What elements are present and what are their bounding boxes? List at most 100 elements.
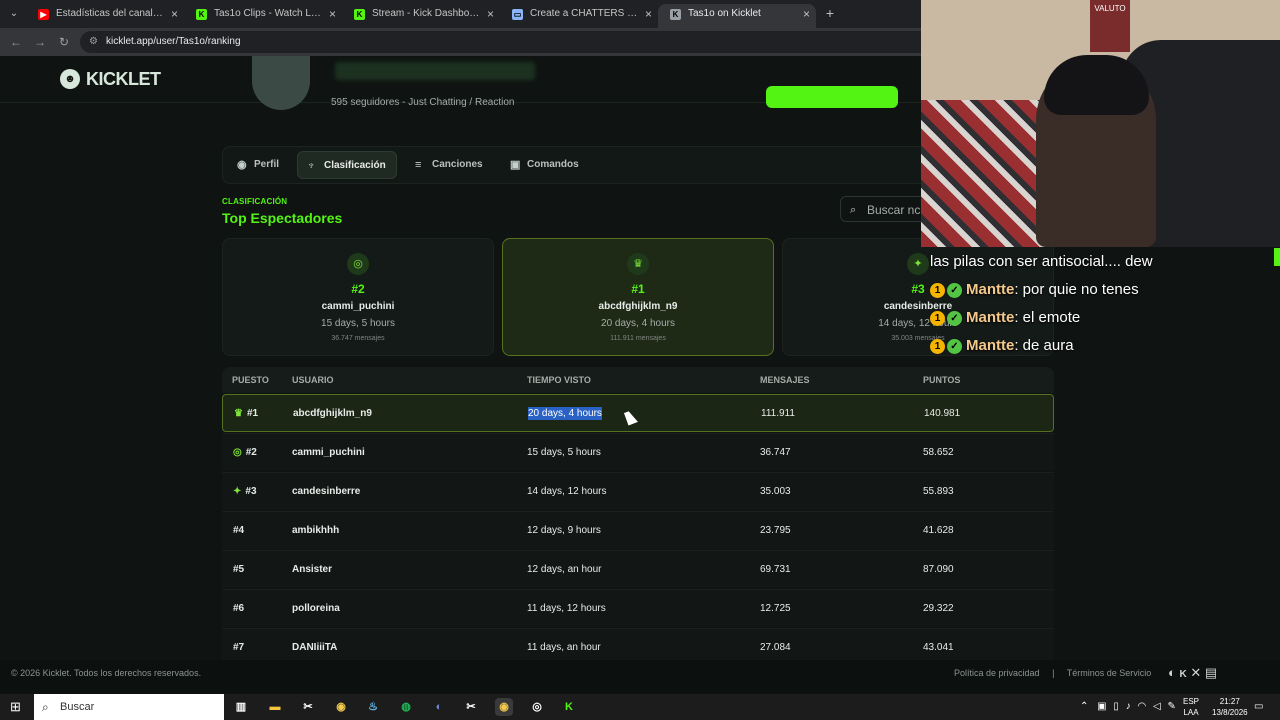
rank-cell: ✦ #3 bbox=[233, 473, 257, 511]
column-header[interactable]: MENSAJES bbox=[760, 367, 810, 393]
podium-user: abcdfghijklm_n9 bbox=[598, 301, 678, 312]
follow-button[interactable] bbox=[766, 86, 898, 108]
tab-clasificacion[interactable]: ♆ Clasificación bbox=[297, 151, 397, 179]
x-icon[interactable]: ✕ bbox=[1190, 665, 1201, 680]
column-header[interactable]: PUNTOS bbox=[923, 367, 960, 393]
steam-icon[interactable]: ♨ bbox=[364, 698, 382, 716]
user-cell[interactable]: candesinberre bbox=[292, 473, 360, 511]
table-row[interactable]: ✦ #3 candesinberre 14 days, 12 hours 35.0… bbox=[222, 472, 1054, 510]
capcut-icon[interactable]: ✂ bbox=[299, 698, 317, 716]
chevron-up-icon[interactable]: ⌃ bbox=[1080, 701, 1088, 712]
obs-icon[interactable]: ◎ bbox=[528, 698, 546, 716]
column-header[interactable]: USUARIO bbox=[292, 367, 334, 393]
table-row[interactable]: #7 DANIiiiTA 11 days, an hour 27.084 43.… bbox=[222, 628, 1054, 664]
close-icon[interactable]: × bbox=[329, 4, 336, 24]
footer-separator: | bbox=[1052, 668, 1055, 678]
forward-icon[interactable]: → bbox=[32, 34, 48, 50]
trophy-icon: ♆ bbox=[307, 160, 316, 172]
kick-icon[interactable]: K bbox=[1179, 669, 1186, 680]
rank-cell: #4 bbox=[233, 525, 245, 536]
back-icon[interactable]: ← bbox=[8, 34, 24, 50]
url-field[interactable]: ⚙ kicklet.app/user/Tas1o/ranking bbox=[80, 31, 940, 53]
user-cell[interactable]: abcdfghijklm_n9 bbox=[293, 395, 372, 433]
windows-start-icon[interactable]: ⊞ bbox=[10, 700, 24, 714]
taskbar-search[interactable]: ⌕ Buscar bbox=[34, 694, 224, 720]
capcut-icon[interactable]: ✂ bbox=[462, 698, 480, 716]
podium-user: cammi_puchini bbox=[321, 301, 395, 312]
chrome-icon[interactable]: ◉ bbox=[332, 698, 350, 716]
pen-icon[interactable]: ✎ bbox=[1167, 701, 1175, 712]
messages-cell: 12.725 bbox=[760, 603, 791, 614]
user-cell[interactable]: Ansister bbox=[292, 551, 332, 589]
terms-link[interactable]: Términos de Servicio bbox=[1067, 668, 1152, 678]
green-edge-marker bbox=[1274, 248, 1280, 266]
taskbar-clock[interactable]: 21:27 13/8/2026 bbox=[1212, 696, 1248, 718]
file-explorer-icon[interactable]: ▬ bbox=[266, 698, 284, 716]
close-icon[interactable]: × bbox=[645, 4, 652, 24]
table-row[interactable]: #5 Ansister 12 days, an hour 69.731 87.0… bbox=[222, 550, 1054, 588]
close-icon[interactable]: × bbox=[171, 4, 178, 24]
tab-title: Stream - Kick Dashboard bbox=[372, 8, 480, 19]
discord-icon[interactable]: ◐ bbox=[1168, 665, 1176, 680]
reload-icon[interactable]: ↻ bbox=[56, 34, 72, 50]
volume-icon[interactable]: ◁ bbox=[1153, 701, 1161, 712]
podium-rank: #2 bbox=[351, 282, 365, 296]
messages-cell: 111.911 bbox=[761, 408, 795, 419]
verified-badge-icon: ✓ bbox=[947, 282, 962, 298]
app-tray-icon[interactable]: ▣ bbox=[1097, 701, 1106, 712]
tab-comandos[interactable]: ▣ Comandos bbox=[501, 151, 589, 179]
browser-tab[interactable]: K Tas1o Clips - Watch Live on Kick × bbox=[184, 4, 342, 28]
notification-icon[interactable]: ▭ bbox=[1254, 701, 1266, 713]
user-cell[interactable]: ambikhhh bbox=[292, 512, 339, 550]
podium-card-first[interactable]: ♛ #1 abcdfghijklm_n9 20 days, 4 hours 11… bbox=[502, 238, 774, 356]
chat-username: Mantte bbox=[966, 309, 1015, 326]
podium-card-second[interactable]: ◎ #2 cammi_puchini 15 days, 5 hours 36.7… bbox=[222, 238, 494, 356]
usb-icon[interactable]: ▯ bbox=[1113, 701, 1119, 712]
streamer-hair bbox=[1044, 55, 1149, 115]
tab-search-menu-icon[interactable]: ⌄ bbox=[4, 4, 24, 24]
browser-tab[interactable]: ▭ Create a CHATTERS DE TASIO T × bbox=[500, 4, 658, 28]
footer-links: Política de privacidad | Términos de Ser… bbox=[954, 668, 1161, 678]
user-cell[interactable]: polloreina bbox=[292, 590, 340, 628]
browser-tab-active[interactable]: K Tas1o on Kicklet × bbox=[658, 4, 816, 28]
language-indicator[interactable]: ESP LAA bbox=[1183, 696, 1199, 718]
table-header: PUESTO USUARIO TIEMPO VISTO MENSAJES PUN… bbox=[222, 367, 1054, 393]
table-row[interactable]: ♛ #1 abcdfghijklm_n9 20 days, 4 hours 111… bbox=[222, 394, 1054, 432]
kicklet-logo-icon: ☻ bbox=[60, 69, 80, 89]
table-row[interactable]: #6 polloreina 11 days, 12 hours 12.725 2… bbox=[222, 589, 1054, 627]
table-row[interactable]: #4 ambikhhh 12 days, 9 hours 23.795 41.6… bbox=[222, 511, 1054, 549]
mic-icon[interactable]: ♪ bbox=[1126, 701, 1131, 712]
close-icon[interactable]: × bbox=[487, 4, 494, 24]
kick-icon[interactable]: K bbox=[560, 698, 578, 716]
spotify-icon[interactable]: ◍ bbox=[397, 698, 415, 716]
chrome-active-icon[interactable]: ◉ bbox=[495, 698, 513, 716]
browser-tab[interactable]: ▶ Estadísticas del canal - YouTube × bbox=[26, 4, 184, 28]
rank-cell: #7 bbox=[233, 642, 245, 653]
points-cell: 87.090 bbox=[923, 564, 954, 575]
page-icon: ▭ bbox=[512, 9, 523, 20]
table-row[interactable]: ◎ #2 cammi_puchini 15 days, 5 hours 36.74… bbox=[222, 433, 1054, 471]
column-header[interactable]: TIEMPO VISTO bbox=[527, 367, 591, 393]
wifi-icon[interactable]: ◠ bbox=[1137, 701, 1146, 712]
task-view-icon[interactable]: ▥ bbox=[232, 698, 250, 716]
close-icon[interactable]: × bbox=[803, 4, 810, 24]
language-code: ESP bbox=[1183, 697, 1200, 706]
site-info-icon[interactable]: ⚙ bbox=[89, 31, 98, 53]
new-tab-icon[interactable]: + bbox=[822, 4, 838, 22]
user-cell[interactable]: cammi_puchini bbox=[292, 434, 365, 472]
keyboard-layout: LAA bbox=[1183, 708, 1199, 717]
user-cell[interactable]: DANIiiiTA bbox=[292, 629, 337, 664]
chat-text: : de aura bbox=[1014, 337, 1074, 354]
document-icon[interactable]: ▤ bbox=[1205, 665, 1217, 680]
discord-icon[interactable]: ◐ bbox=[430, 698, 448, 716]
column-header[interactable]: PUESTO bbox=[232, 367, 269, 393]
search-placeholder: Buscar nc bbox=[867, 203, 921, 217]
sparkle-icon: ✦ bbox=[907, 253, 929, 275]
kicklet-logo[interactable]: ☻ KICKLET bbox=[60, 68, 161, 90]
browser-tab[interactable]: K Stream - Kick Dashboard × bbox=[342, 4, 500, 28]
tab-canciones[interactable]: ≡ Canciones bbox=[406, 151, 493, 179]
tab-perfil[interactable]: ◉ Perfil bbox=[228, 151, 289, 179]
privacy-link[interactable]: Política de privacidad bbox=[954, 668, 1040, 678]
podium-time: 20 days, 4 hours bbox=[601, 318, 675, 329]
webcam-overlay: VALUTO bbox=[921, 0, 1280, 247]
